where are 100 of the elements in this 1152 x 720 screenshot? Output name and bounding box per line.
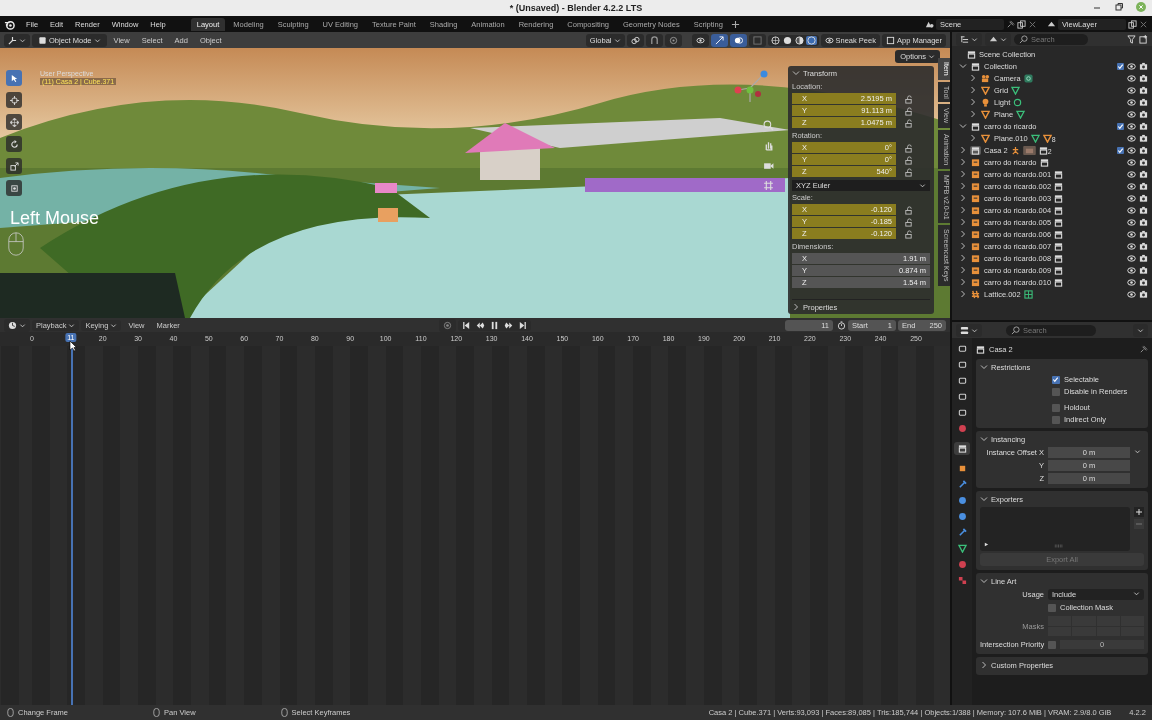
tool-button[interactable]: [6, 158, 22, 174]
eye-icon[interactable]: [1127, 241, 1136, 251]
camera-icon[interactable]: [1139, 121, 1148, 131]
funnel-icon[interactable]: [1127, 34, 1136, 44]
camera-icon[interactable]: [1139, 85, 1148, 95]
copy-icon[interactable]: [1128, 19, 1137, 29]
editor-type-button[interactable]: [4, 318, 30, 332]
eye-icon[interactable]: [1127, 157, 1136, 167]
visibility-button[interactable]: [691, 33, 709, 47]
editor-type-button[interactable]: [4, 33, 30, 47]
camera-icon[interactable]: [1139, 229, 1148, 239]
restore-icon[interactable]: [1114, 2, 1124, 12]
camera-icon[interactable]: [1139, 97, 1148, 107]
active-highlight[interactable]: [970, 193, 981, 203]
active-highlight[interactable]: [980, 73, 991, 83]
shading-button[interactable]: [769, 35, 781, 45]
stopwatch-icon[interactable]: [837, 320, 846, 330]
active-highlight[interactable]: [970, 181, 981, 191]
camera-icon[interactable]: [1139, 241, 1148, 251]
lock-icon[interactable]: [904, 217, 913, 227]
active-highlight[interactable]: [970, 169, 981, 179]
camera-icon[interactable]: [1139, 277, 1148, 287]
proportional-button[interactable]: [664, 33, 682, 47]
eye-icon[interactable]: [1127, 253, 1136, 263]
blender-logo-icon[interactable]: [4, 18, 15, 30]
tool-button[interactable]: [6, 70, 22, 86]
close-icon[interactable]: [1028, 19, 1037, 29]
active-highlight[interactable]: [970, 205, 981, 215]
eye-icon[interactable]: [1127, 145, 1136, 155]
checkbox[interactable]: [1052, 415, 1060, 424]
tool-button[interactable]: [6, 136, 22, 152]
active-highlight[interactable]: [970, 217, 981, 227]
close-icon[interactable]: [1139, 19, 1148, 29]
jump-start-icon[interactable]: [461, 320, 471, 330]
eye-icon[interactable]: [1127, 277, 1136, 287]
add-button[interactable]: [1134, 507, 1144, 517]
eye-icon[interactable]: [1127, 85, 1136, 95]
eye-icon[interactable]: [1127, 109, 1136, 119]
checkbox[interactable]: [1048, 603, 1056, 612]
lock-icon[interactable]: [904, 167, 913, 177]
overlays-button[interactable]: [729, 33, 747, 47]
shading-button[interactable]: [781, 35, 793, 45]
keyframe-type-button[interactable]: [438, 318, 456, 332]
camera-icon[interactable]: [1139, 217, 1148, 227]
pin-icon[interactable]: [1139, 344, 1148, 354]
camera-icon[interactable]: [1139, 181, 1148, 191]
grid-icon[interactable]: [763, 180, 774, 191]
eye-icon[interactable]: [1127, 73, 1136, 83]
active-highlight[interactable]: [970, 277, 981, 287]
copy-icon[interactable]: [1017, 19, 1026, 29]
lock-icon[interactable]: [904, 155, 913, 165]
camera-icon[interactable]: [1139, 133, 1148, 143]
eye-icon[interactable]: [1127, 169, 1136, 179]
eye-icon[interactable]: [1127, 193, 1136, 203]
eye-icon[interactable]: [1127, 205, 1136, 215]
eye-icon[interactable]: [1127, 265, 1136, 275]
checkbox[interactable]: [1048, 640, 1056, 649]
camera-icon[interactable]: [1139, 157, 1148, 167]
scene-icon[interactable]: [925, 19, 934, 29]
gizmo-button[interactable]: [710, 33, 728, 47]
lock-icon[interactable]: [904, 229, 913, 239]
filter-dropdown[interactable]: [985, 32, 1011, 46]
tool-button[interactable]: [6, 180, 22, 196]
camera-icon[interactable]: [1139, 193, 1148, 203]
display-mode-dropdown[interactable]: [956, 32, 982, 46]
checkbox[interactable]: [1052, 387, 1060, 396]
eye-icon[interactable]: [1127, 97, 1136, 107]
camera-icon[interactable]: [1139, 145, 1148, 155]
caret-icon[interactable]: [792, 69, 800, 77]
active-highlight[interactable]: [970, 121, 981, 131]
jump-end-icon[interactable]: [517, 320, 527, 330]
shading-button[interactable]: [805, 35, 817, 45]
camera-icon[interactable]: [1139, 265, 1148, 275]
pin-icon[interactable]: [1006, 19, 1015, 29]
play-icon[interactable]: [984, 542, 989, 547]
tool-button[interactable]: [6, 92, 22, 108]
lock-icon[interactable]: [904, 143, 913, 153]
camera-icon[interactable]: [1139, 61, 1148, 71]
next-keyframe-icon[interactable]: [503, 320, 513, 330]
camera-icon[interactable]: [1139, 205, 1148, 215]
editor-type-button[interactable]: [956, 323, 982, 337]
hand-icon[interactable]: [763, 140, 774, 151]
active-highlight[interactable]: [970, 241, 981, 251]
camera-icon[interactable]: [1139, 73, 1148, 83]
active-highlight[interactable]: [980, 85, 991, 95]
eye-icon[interactable]: [1127, 133, 1136, 143]
previous-keyframe-icon[interactable]: [475, 320, 485, 330]
active-highlight[interactable]: [970, 229, 981, 239]
playhead-line[interactable]: [70, 346, 73, 705]
checkbox[interactable]: [1117, 122, 1124, 130]
active-highlight[interactable]: [970, 61, 981, 71]
active-highlight[interactable]: [970, 289, 981, 299]
lock-icon[interactable]: [904, 118, 913, 128]
add-icon[interactable]: [730, 19, 740, 29]
active-highlight[interactable]: [980, 109, 991, 119]
checkbox[interactable]: [1052, 375, 1060, 384]
pause-icon[interactable]: [489, 320, 499, 330]
eye-icon[interactable]: [1127, 121, 1136, 131]
eye-icon[interactable]: [1127, 217, 1136, 227]
shading-button[interactable]: [793, 35, 805, 45]
